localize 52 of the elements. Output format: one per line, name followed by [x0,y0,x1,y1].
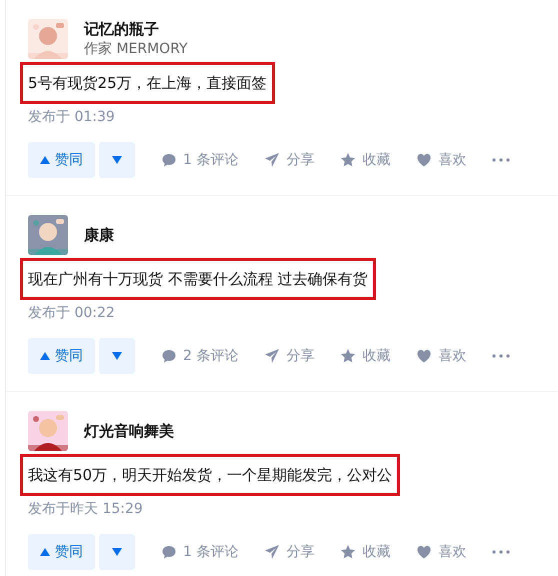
heart-icon [416,544,432,560]
publish-time: 发布于 00:22 [28,304,116,323]
paper-plane-icon [264,348,280,364]
more-icon [492,158,510,162]
comment-button[interactable]: 2 条评论 [161,346,238,366]
triangle-up-icon [40,548,50,556]
more-button[interactable] [492,158,510,162]
more-icon [492,550,510,554]
comment-icon [161,152,177,168]
like-button[interactable]: 喜欢 [416,542,466,562]
author-headline: 作家 MERMORY [84,40,188,59]
collect-button[interactable]: 收藏 [340,346,390,366]
collect-button[interactable]: 收藏 [340,150,390,170]
upvote-button[interactable]: 赞同 [28,534,95,570]
triangle-up-icon [40,352,50,360]
star-icon [340,152,356,168]
star-icon [340,544,356,560]
share-button[interactable]: 分享 [264,346,314,366]
author-name[interactable]: 记忆的瓶子 [84,19,188,39]
answer-text: 我这有50万，明天开始发货，一个星期能发完，公对公 [20,454,400,496]
star-icon [340,348,356,364]
triangle-down-icon [112,352,122,360]
paper-plane-icon [264,152,280,168]
answer-text: 现在广州有十万现货 不需要什么流程 过去确保有货 [20,258,376,300]
upvote-button[interactable]: 赞同 [28,142,95,178]
publish-time: 发布于 01:39 [28,108,116,127]
comment-button[interactable]: 1 条评论 [161,542,238,562]
comment-button[interactable]: 1 条评论 [161,150,238,170]
answer-text: 5号有现货25万，在上海，直接面签 [20,62,275,104]
triangle-up-icon [40,156,50,164]
heart-icon [416,348,432,364]
downvote-button[interactable] [99,534,135,570]
more-button[interactable] [492,354,510,358]
share-button[interactable]: 分享 [264,542,314,562]
author-name[interactable]: 灯光音响舞美 [84,421,174,441]
collect-button[interactable]: 收藏 [340,542,390,562]
paper-plane-icon [264,544,280,560]
more-icon [492,354,510,358]
publish-time: 发布于昨天 15:29 [28,500,144,519]
share-button[interactable]: 分享 [264,150,314,170]
author-name[interactable]: 康康 [84,225,114,245]
heart-icon [416,152,432,168]
downvote-button[interactable] [99,142,135,178]
triangle-down-icon [112,156,122,164]
downvote-button[interactable] [99,338,135,374]
upvote-button[interactable]: 赞同 [28,338,95,374]
comment-icon [161,348,177,364]
like-button[interactable]: 喜欢 [416,346,466,366]
more-button[interactable] [492,550,510,554]
triangle-down-icon [112,548,122,556]
comment-icon [161,544,177,560]
like-button[interactable]: 喜欢 [416,150,466,170]
